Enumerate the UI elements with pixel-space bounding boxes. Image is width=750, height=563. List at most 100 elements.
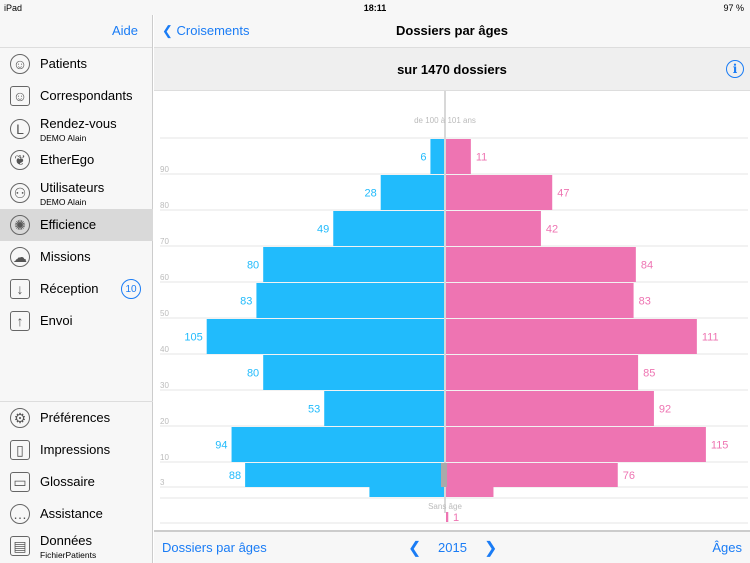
sidebar-item-label: Correspondants bbox=[40, 88, 133, 103]
female-bar bbox=[446, 211, 541, 246]
female-bar bbox=[446, 283, 634, 318]
male-bar bbox=[380, 175, 444, 210]
male-bar bbox=[263, 247, 444, 282]
female-bar bbox=[446, 247, 636, 282]
top-age-label: de 100 à 101 ans bbox=[414, 116, 476, 125]
cloud-upload-icon: ☁ bbox=[10, 247, 30, 267]
smiley-icon: ☺ bbox=[10, 54, 30, 74]
brain-icon: ✺ bbox=[10, 215, 30, 235]
sidebar-item-label: Données FichierPatients bbox=[40, 533, 97, 561]
sidebar-item-label: Missions bbox=[40, 249, 91, 264]
divider bbox=[0, 401, 153, 402]
sidebar-item-subtitle: FichierPatients bbox=[40, 550, 97, 560]
male-bar bbox=[206, 319, 444, 354]
male-bar bbox=[245, 463, 444, 487]
male-value-label: 80 bbox=[247, 260, 259, 272]
navigation-bar: ❮ Croisements Dossiers par âges bbox=[154, 15, 750, 48]
book-icon: ▭ bbox=[10, 472, 30, 492]
year-label: 2015 bbox=[438, 540, 467, 555]
female-bar bbox=[446, 487, 494, 497]
male-bar bbox=[263, 355, 444, 390]
sidebar-item-missions[interactable]: ☁ Missions bbox=[0, 241, 153, 273]
bottom-toolbar: Dossiers par âges ❮ 2015 ❯ Âges bbox=[154, 530, 750, 563]
male-bar bbox=[324, 391, 444, 426]
sidebar-item-preferences[interactable]: ⚙ Préférences bbox=[0, 402, 153, 434]
sidebar-item-glossaire[interactable]: ▭ Glossaire bbox=[0, 466, 153, 498]
female-bar bbox=[446, 139, 471, 174]
sidebar-item-label: EtherEgo bbox=[40, 152, 95, 167]
male-value-label: 105 bbox=[184, 332, 202, 344]
sidebar-item-impressions[interactable]: ▯ Impressions bbox=[0, 434, 153, 466]
age-tick-label: 70 bbox=[160, 237, 169, 246]
age-tick-label: 40 bbox=[160, 345, 169, 354]
sidebar-item-reception[interactable]: ↓ Réception 10 bbox=[0, 273, 153, 305]
sidebar-item-assistance[interactable]: … Assistance bbox=[0, 498, 153, 530]
document-icon: ▯ bbox=[10, 440, 30, 460]
female-bar bbox=[446, 463, 618, 487]
male-bar bbox=[256, 283, 444, 318]
sidebar-item-label: Assistance bbox=[40, 506, 103, 521]
sidebar-item-label: Impressions bbox=[40, 442, 111, 457]
sidebar-item-label: Rendez-vous DEMO Alain bbox=[40, 116, 117, 144]
female-value-label: 111 bbox=[702, 332, 719, 344]
age-tick-label: 3 bbox=[160, 478, 165, 487]
sidebar-item-subtitle: DEMO Alain bbox=[40, 133, 87, 143]
sidebar-item-utilisateurs[interactable]: ⚇ Utilisateurs DEMO Alain bbox=[0, 177, 153, 209]
male-bar bbox=[333, 211, 444, 246]
male-value-label: 49 bbox=[317, 224, 329, 236]
female-value-label: 1 bbox=[453, 512, 459, 524]
sidebar-item-label: Glossaire bbox=[40, 474, 95, 489]
female-value-label: 84 bbox=[641, 260, 653, 272]
male-value-label: 6 bbox=[420, 152, 426, 164]
next-year-button[interactable]: ❯ bbox=[484, 538, 497, 558]
male-value-label: 53 bbox=[308, 404, 320, 416]
sidebar-item-label: Préférences bbox=[40, 410, 111, 425]
median-marker bbox=[441, 463, 447, 487]
sidebar-item-label: Patients bbox=[40, 56, 87, 71]
etherego-icon: ❦ bbox=[10, 150, 30, 170]
age-tick-label: 60 bbox=[160, 273, 169, 282]
male-value-label: 80 bbox=[247, 368, 259, 380]
address-book-icon: ☺ bbox=[10, 86, 30, 106]
gear-icon: ⚙ bbox=[10, 408, 30, 428]
age-tick-label: 80 bbox=[160, 201, 169, 210]
chart-type-button[interactable]: Dossiers par âges bbox=[162, 540, 267, 555]
female-value-label: 11 bbox=[476, 152, 487, 164]
sidebar: Aide ☺ Patients ☺ Correspondants L Rendez-vou… bbox=[0, 15, 153, 563]
status-bar: iPad 18:11 97 % bbox=[0, 0, 750, 15]
clock-icon: L bbox=[10, 119, 30, 139]
female-bar bbox=[446, 319, 697, 354]
sidebar-item-efficience[interactable]: ✺ Efficience bbox=[0, 209, 153, 241]
no-age-label: Sans âge bbox=[428, 502, 462, 511]
male-value-label: 28 bbox=[364, 188, 376, 200]
axis-button[interactable]: Âges bbox=[712, 540, 742, 555]
male-bar bbox=[369, 487, 444, 497]
female-value-label: 47 bbox=[557, 188, 569, 200]
help-button[interactable]: Aide bbox=[112, 23, 138, 38]
male-value-label: 88 bbox=[229, 470, 241, 482]
chat-icon: … bbox=[10, 504, 30, 524]
sidebar-item-etherego[interactable]: ❦ EtherEgo bbox=[0, 144, 153, 176]
age-tick-label: 10 bbox=[160, 453, 169, 462]
unread-badge: 10 bbox=[121, 279, 141, 299]
sidebar-item-label: Envoi bbox=[40, 313, 73, 328]
female-value-label: 85 bbox=[643, 368, 655, 380]
sidebar-item-label: Utilisateurs DEMO Alain bbox=[40, 180, 105, 208]
sidebar-item-patients[interactable]: ☺ Patients bbox=[0, 48, 153, 80]
age-tick-label: 90 bbox=[160, 165, 169, 174]
clock: 18:11 bbox=[363, 2, 387, 13]
page-title: Dossiers par âges bbox=[395, 23, 508, 38]
female-bar bbox=[446, 355, 639, 390]
summary-header: sur 1470 dossiers i bbox=[154, 48, 750, 91]
previous-year-button[interactable]: ❮ bbox=[408, 538, 421, 558]
sidebar-item-envoi[interactable]: ↑ Envoi bbox=[0, 305, 153, 337]
battery-level: 97 % bbox=[723, 2, 744, 13]
female-value-label: 83 bbox=[639, 296, 651, 308]
age-pyramid-chart: de 100 à 101 ans6 1128 4749 4280 8483 83105 11… bbox=[160, 91, 748, 524]
sidebar-item-donnees[interactable]: ▤ Données FichierPatients bbox=[0, 530, 153, 562]
info-icon[interactable]: i bbox=[726, 60, 744, 78]
sidebar-item-correspondants[interactable]: ☺ Correspondants bbox=[0, 80, 153, 112]
sidebar-item-rendezvous[interactable]: L Rendez-vous DEMO Alain bbox=[0, 113, 153, 145]
users-icon: ⚇ bbox=[10, 183, 30, 203]
female-bar bbox=[446, 512, 449, 522]
